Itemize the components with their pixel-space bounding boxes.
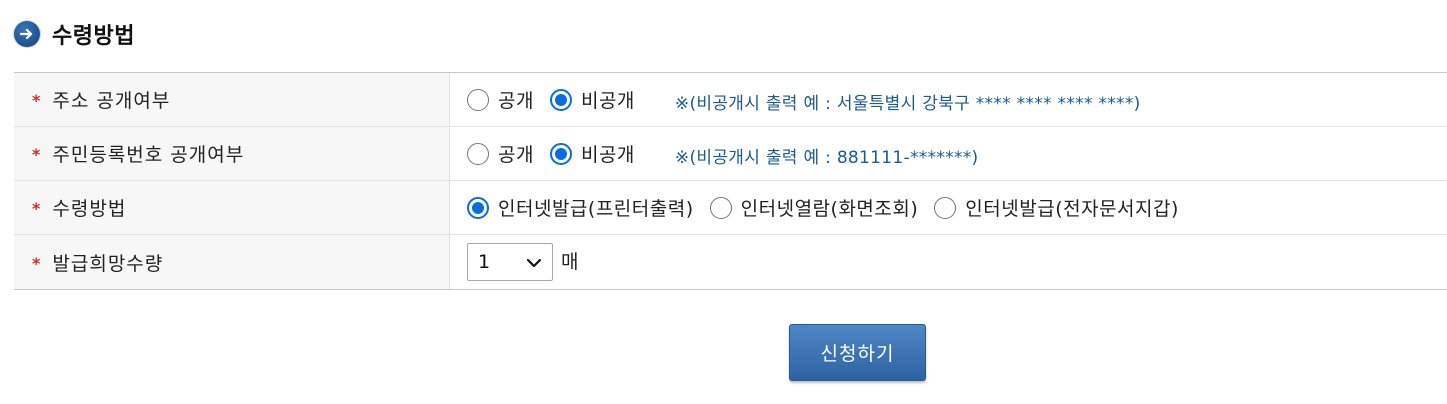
internet-issue-wallet-radio[interactable]	[934, 196, 957, 219]
address-disclosure-note: ※(비공개시 출력 예 : 서울특별시 강북구 **** **** **** *…	[674, 94, 1141, 114]
arrow-right-circle-icon	[14, 21, 40, 47]
section-title: 수령방법	[52, 24, 135, 49]
required-mark: *	[32, 145, 41, 164]
address-private-radio[interactable]	[549, 88, 572, 111]
internet-issue-print-label[interactable]: 인터넷발급(프린터출력)	[498, 194, 694, 221]
required-mark: *	[32, 199, 41, 218]
receipt-method-form: * 주소 공개여부 공개 비공개 ※(비공개시 출력 예 : 서울특별시 강북구…	[14, 72, 1447, 290]
address-public-label[interactable]: 공개	[498, 86, 534, 113]
address-disclosure-value-cell: 공개 비공개 ※(비공개시 출력 예 : 서울특별시 강북구 **** ****…	[450, 73, 1447, 126]
resident-number-public-label[interactable]: 공개	[498, 140, 534, 167]
address-disclosure-label-cell: * 주소 공개여부	[14, 73, 450, 126]
receipt-method-label: 수령방법	[52, 198, 127, 220]
issue-quantity-row: * 발급희망수량 1 매	[14, 235, 1447, 289]
address-public-radio[interactable]	[467, 88, 489, 111]
receipt-method-radio-group: 인터넷발급(프린터출력) 인터넷열람(화면조회) 인터넷발급(전자문서지갑)	[467, 194, 1195, 221]
issue-quantity-label: 발급희망수량	[52, 252, 164, 275]
required-mark: *	[32, 253, 41, 273]
issue-quantity-value-cell: 1 매	[450, 235, 1447, 289]
resident-number-private-radio[interactable]	[549, 142, 572, 165]
receipt-method-value-cell: 인터넷발급(프린터출력) 인터넷열람(화면조회) 인터넷발급(전자문서지갑)	[450, 181, 1447, 234]
resident-number-disclosure-label: 주민등록번호 공개여부	[52, 144, 245, 166]
internet-view-screen-label[interactable]: 인터넷열람(화면조회)	[741, 194, 919, 221]
resident-number-private-label[interactable]: 비공개	[581, 140, 635, 167]
issue-quantity-label-cell: * 발급희망수량	[14, 235, 450, 289]
resident-number-disclosure-label-cell: * 주민등록번호 공개여부	[14, 127, 450, 180]
resident-number-public-radio[interactable]	[467, 142, 489, 165]
internet-issue-print-radio[interactable]	[467, 196, 489, 219]
quantity-select-value: 1	[478, 251, 491, 273]
receipt-method-label-cell: * 수령방법	[14, 181, 450, 234]
internet-view-screen-radio[interactable]	[709, 196, 732, 219]
address-private-label[interactable]: 비공개	[581, 86, 635, 113]
address-disclosure-radio-group: 공개 비공개	[467, 86, 651, 113]
address-disclosure-row: * 주소 공개여부 공개 비공개 ※(비공개시 출력 예 : 서울특별시 강북구…	[14, 73, 1447, 127]
internet-issue-wallet-label[interactable]: 인터넷발급(전자문서지갑)	[965, 194, 1179, 221]
chevron-down-icon	[526, 253, 542, 272]
apply-button[interactable]: 신청하기	[789, 324, 926, 381]
address-disclosure-label: 주소 공개여부	[52, 90, 171, 112]
required-mark: *	[32, 91, 41, 110]
resident-number-disclosure-value-cell: 공개 비공개 ※(비공개시 출력 예 : 881111-*******)	[450, 127, 1447, 180]
section-header: 수령방법	[14, 18, 135, 50]
resident-number-disclosure-radio-group: 공개 비공개	[467, 140, 651, 167]
quantity-unit: 매	[561, 250, 579, 273]
resident-number-disclosure-row: * 주민등록번호 공개여부 공개 비공개 ※(비공개시 출력 예 : 88111…	[14, 127, 1447, 181]
receipt-method-row: * 수령방법 인터넷발급(프린터출력) 인터넷열람(화면조회) 인터넷발급(전자…	[14, 181, 1447, 235]
resident-number-disclosure-note: ※(비공개시 출력 예 : 881111-*******)	[674, 148, 979, 168]
quantity-select[interactable]: 1	[467, 243, 553, 281]
